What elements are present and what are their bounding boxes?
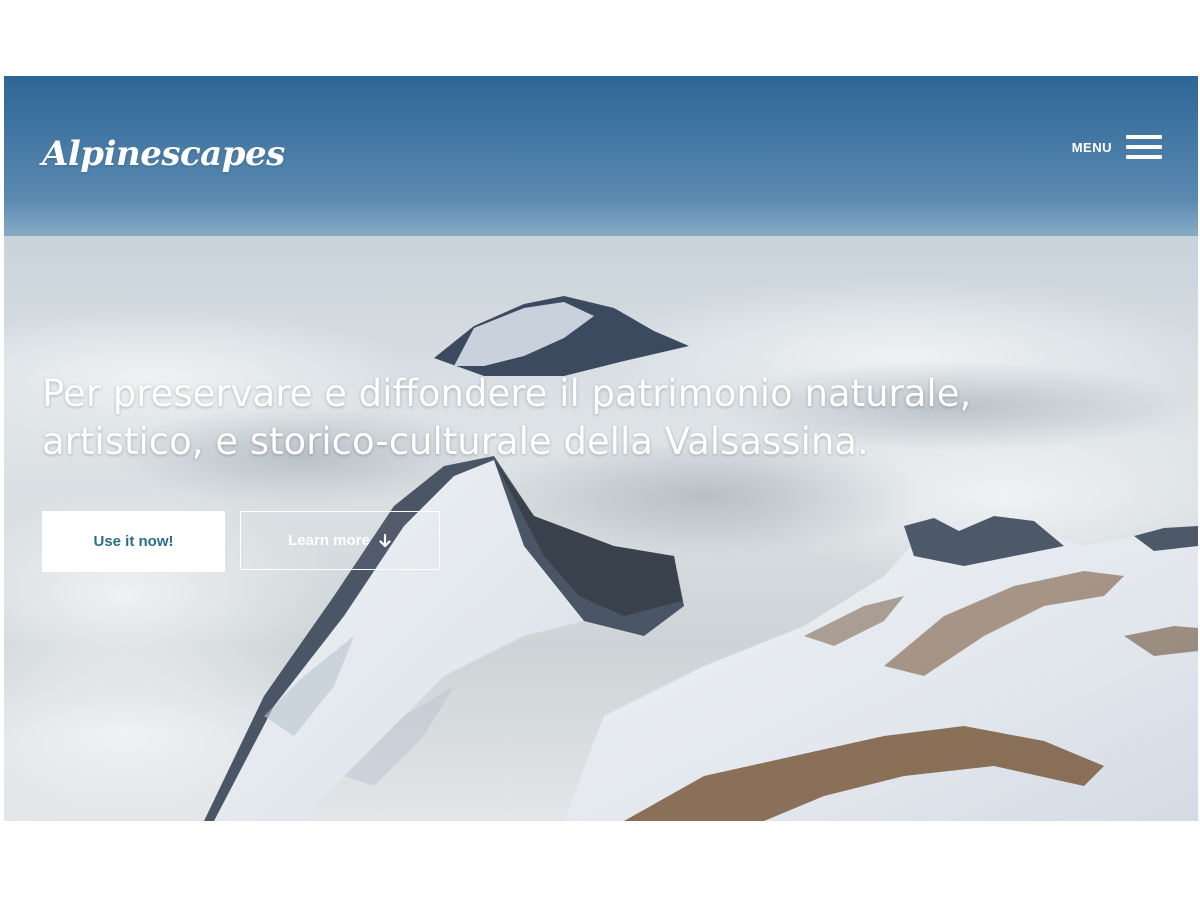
- use-it-now-button[interactable]: Use it now!: [42, 511, 225, 572]
- hero-headline-line-1: Per preservare e diffondere il patrimoni…: [42, 372, 972, 415]
- hero-headline: Per preservare e diffondere il patrimoni…: [42, 370, 1092, 466]
- arrow-down-icon: [379, 533, 391, 547]
- hamburger-icon: [1126, 134, 1162, 160]
- hero-section: Alpinescapes MENU Per preservare e diffo…: [4, 76, 1198, 821]
- brand-logo[interactable]: Alpinescapes: [42, 134, 285, 174]
- menu-label: MENU: [1071, 139, 1112, 155]
- learn-more-label: Learn more: [288, 532, 370, 549]
- hero-headline-line-2: artistico, e storico-culturale della Val…: [42, 420, 869, 463]
- learn-more-button[interactable]: Learn more: [240, 511, 440, 570]
- menu-button[interactable]: MENU: [1072, 134, 1162, 160]
- use-it-now-label: Use it now!: [93, 533, 174, 550]
